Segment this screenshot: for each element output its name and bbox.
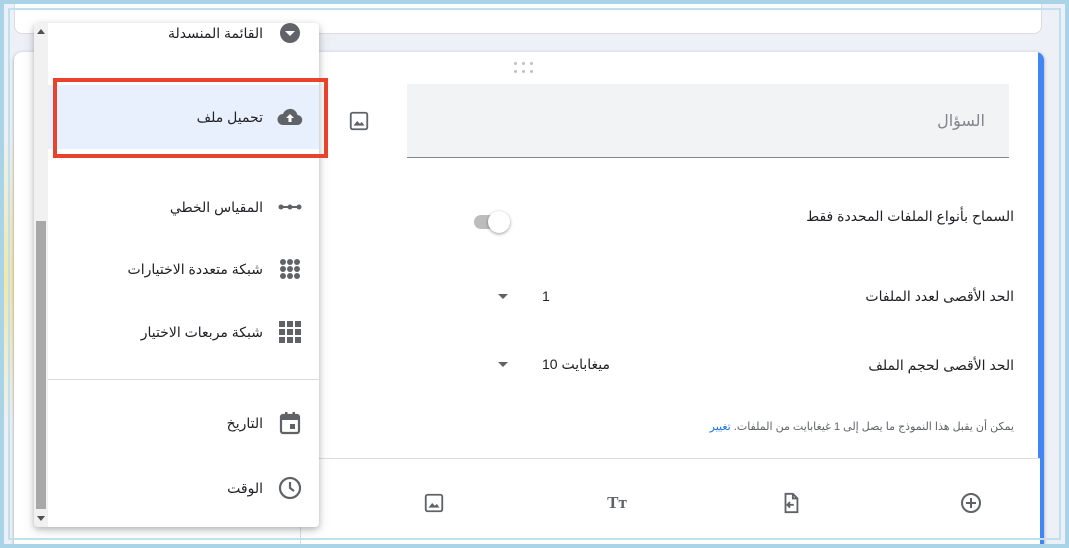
- import-questions-button[interactable]: [775, 487, 807, 519]
- menu-scrollbar[interactable]: [34, 23, 48, 527]
- scroll-up-icon[interactable]: [37, 29, 45, 34]
- allow-specific-types-label: السماح بأنواع الملفات المحددة فقط: [806, 208, 1014, 224]
- menu-item-label: التاريخ: [226, 414, 263, 431]
- checkbox-grid-icon: [277, 319, 303, 345]
- menu-item-multiple-choice-grid[interactable]: شبكة متعددة الاختيارات: [48, 245, 319, 293]
- chevron-down-icon: [498, 361, 508, 367]
- menu-item-time[interactable]: الوقت: [48, 464, 319, 512]
- question-placeholder: السؤال: [937, 112, 985, 130]
- max-files-label: الحد الأقصى لعدد الملفات: [865, 288, 1014, 304]
- allow-specific-types-toggle[interactable]: [470, 208, 512, 234]
- menu-item-label: القائمة المنسدلة: [168, 24, 263, 41]
- menu-item-label: شبكة مربعات الاختيار: [140, 323, 263, 340]
- change-limit-link[interactable]: تغيير: [710, 421, 731, 433]
- menu-item-date[interactable]: التاريخ: [48, 399, 319, 447]
- title-text-icon: Tт: [607, 493, 627, 512]
- scrollbar-thumb[interactable]: [36, 221, 46, 509]
- question-type-menu[interactable]: القائمة المنسدلة تحميل ملف المقياس الخطي…: [34, 23, 319, 527]
- menu-item-linear-scale[interactable]: المقياس الخطي: [48, 183, 319, 231]
- menu-item-dropdown[interactable]: القائمة المنسدلة: [48, 23, 319, 57]
- max-size-value: 10 ميغابايت: [542, 355, 611, 372]
- question-input[interactable]: السؤال: [407, 84, 1009, 158]
- add-question-button[interactable]: [955, 487, 987, 519]
- scroll-down-icon[interactable]: [37, 516, 45, 521]
- linear-scale-icon: [277, 194, 303, 220]
- add-circle-icon: [961, 493, 981, 513]
- drag-handle[interactable]: [512, 62, 536, 74]
- clock-icon: [277, 475, 303, 501]
- import-questions-icon: [784, 492, 799, 514]
- dropdown-circle-icon: [277, 23, 303, 46]
- add-title-button[interactable]: Tт: [601, 487, 633, 519]
- cloud-upload-icon: [277, 104, 303, 130]
- max-files-value: 1: [542, 288, 550, 304]
- chevron-down-icon: [498, 293, 508, 299]
- menu-divider: [48, 379, 319, 380]
- max-files-select[interactable]: 1: [498, 284, 578, 308]
- menu-item-label: المقياس الخطي: [169, 198, 263, 215]
- menu-item-label: تحميل ملف: [196, 108, 263, 125]
- menu-item-file-upload[interactable]: تحميل ملف: [48, 85, 319, 149]
- dots-grid-icon: [277, 256, 303, 282]
- add-image-button[interactable]: [418, 487, 450, 519]
- max-size-select[interactable]: 10 ميغابايت: [498, 352, 638, 376]
- add-image-icon: [424, 493, 444, 513]
- question-toolbar: Tт: [300, 458, 1040, 548]
- upload-limit-note: يمكن أن يقبل هذا النموذج ما يصل إلى 1 غي…: [706, 420, 1014, 433]
- add-question-image-button[interactable]: [344, 106, 374, 136]
- image-icon: [349, 111, 369, 131]
- max-size-label: الحد الأقصى لحجم الملف: [868, 357, 1014, 373]
- menu-item-label: الوقت: [227, 479, 263, 496]
- calendar-icon: [277, 410, 303, 436]
- menu-item-checkbox-grid[interactable]: شبكة مربعات الاختيار: [48, 308, 319, 356]
- menu-item-label: شبكة متعددة الاختيارات: [127, 260, 263, 277]
- upload-limit-text: يمكن أن يقبل هذا النموذج ما يصل إلى 1 غي…: [733, 421, 1014, 433]
